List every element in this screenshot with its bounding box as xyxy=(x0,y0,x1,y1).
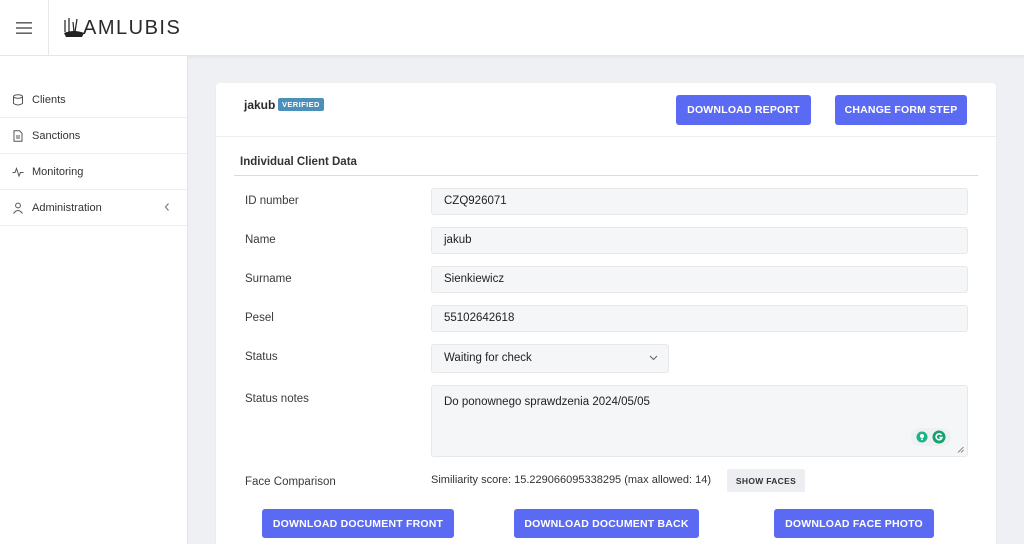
status-notes-textarea[interactable]: Do ponownego sprawdzenia 2024/05/05 xyxy=(431,385,968,457)
menu-toggle-button[interactable] xyxy=(0,0,49,56)
sidebar-item-label: Monitoring xyxy=(32,165,84,178)
grammarly-widget[interactable] xyxy=(911,428,951,446)
hamburger-icon xyxy=(16,22,32,34)
sidebar-item-clients[interactable]: Clients xyxy=(0,82,187,118)
logo-mark-icon xyxy=(64,18,84,37)
similarity-score-text: Similiarity score: 15.229066095338295 (m… xyxy=(431,474,712,486)
id-number-field[interactable]: CZQ926071 xyxy=(431,188,968,215)
face-comparison-label: Face Comparison xyxy=(245,476,336,488)
sidebar-item-monitoring[interactable]: Monitoring xyxy=(0,154,187,190)
change-form-step-button[interactable]: CHANGE FORM STEP xyxy=(835,95,967,125)
status-select[interactable]: Waiting for check xyxy=(431,344,669,373)
sidebar: Clients Sanctions Monitoring Administrat… xyxy=(0,56,188,544)
top-bar: AMLUBIS xyxy=(0,0,1024,56)
status-select-value: Waiting for check xyxy=(444,352,532,364)
pesel-label: Pesel xyxy=(245,312,274,324)
client-name: jakub xyxy=(244,98,276,112)
client-card: jakub VERIFIED DOWNLOAD REPORT CHANGE FO… xyxy=(216,83,996,544)
logo-text: AMLUBIS xyxy=(83,16,182,39)
download-face-photo-button[interactable]: DOWNLOAD FACE PHOTO xyxy=(774,509,934,538)
download-document-front-button[interactable]: DOWNLOAD DOCUMENT FRONT xyxy=(262,509,454,538)
download-report-button[interactable]: DOWNLOAD REPORT xyxy=(676,95,811,125)
status-label: Status xyxy=(245,351,278,363)
status-notes-label: Status notes xyxy=(245,393,309,405)
download-document-back-button[interactable]: DOWNLOAD DOCUMENT BACK xyxy=(514,509,699,538)
pesel-field[interactable]: 55102642618 xyxy=(431,305,968,332)
show-faces-button[interactable]: SHOW FACES xyxy=(727,469,805,492)
grammarly-icon xyxy=(932,430,946,444)
user-icon xyxy=(12,202,24,214)
name-label: Name xyxy=(245,234,276,246)
sidebar-item-label: Clients xyxy=(32,93,66,106)
surname-field[interactable]: Sienkiewicz xyxy=(431,266,968,293)
database-icon xyxy=(12,93,24,106)
surname-label: Surname xyxy=(245,273,292,285)
document-icon xyxy=(12,129,24,142)
sidebar-item-administration[interactable]: Administration xyxy=(0,190,187,226)
sidebar-item-label: Sanctions xyxy=(32,129,81,142)
name-field[interactable]: jakub xyxy=(431,227,968,254)
resize-handle-icon[interactable] xyxy=(957,446,964,453)
chevron-down-icon xyxy=(649,355,658,361)
card-header: jakub VERIFIED DOWNLOAD REPORT CHANGE FO… xyxy=(216,83,996,137)
id-number-label: ID number xyxy=(245,195,299,207)
section-divider xyxy=(234,175,978,176)
sidebar-item-label: Administration xyxy=(32,201,102,214)
sidebar-item-sanctions[interactable]: Sanctions xyxy=(0,118,187,154)
activity-icon xyxy=(12,166,24,178)
chevron-left-icon xyxy=(164,203,169,211)
status-badge: VERIFIED xyxy=(278,98,324,111)
status-notes-text: Do ponownego sprawdzenia 2024/05/05 xyxy=(444,396,650,408)
app-logo[interactable]: AMLUBIS xyxy=(63,14,181,42)
section-title: Individual Client Data xyxy=(240,156,357,168)
lightbulb-icon xyxy=(916,431,928,443)
